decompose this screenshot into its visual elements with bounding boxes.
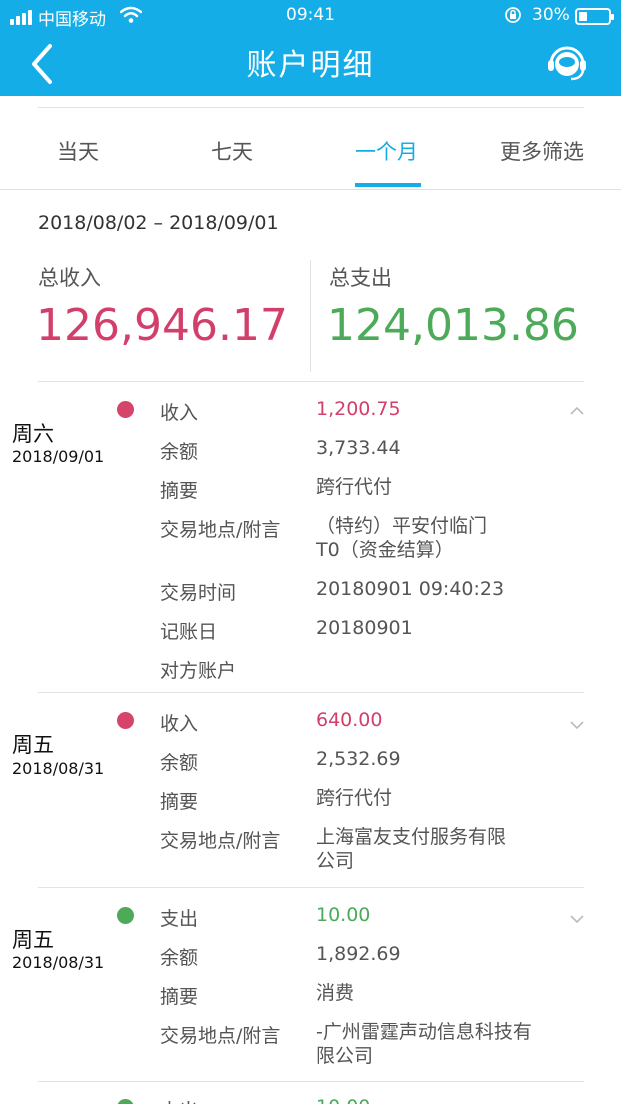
field-label: 收入 xyxy=(160,402,199,424)
record-date: 2018/08/31 xyxy=(12,759,105,778)
field-value: 跨行代付 xyxy=(316,476,393,498)
app-header: 中国移动 09:41 30% 账户明细 xyxy=(0,0,621,96)
field-label: 交易时间 xyxy=(160,582,237,604)
field-value-line: 公司 xyxy=(316,850,355,872)
field-value-line: 上海富友支付服务有限 xyxy=(316,826,507,848)
field-label: 余额 xyxy=(160,752,199,774)
field-label: 余额 xyxy=(160,947,199,969)
record-divider xyxy=(38,887,584,888)
expense-dot-icon xyxy=(117,1099,134,1104)
record-date: 2018/09/01 xyxy=(12,447,105,466)
field-value: 640.00 xyxy=(316,709,383,731)
battery-level xyxy=(579,12,587,21)
record-weekday: 周六 xyxy=(12,422,54,446)
field-value-line: （特约）平安付临门 xyxy=(316,515,488,537)
field-label: 记账日 xyxy=(160,621,218,643)
battery-icon xyxy=(575,8,614,25)
divider xyxy=(38,107,584,108)
battery-percent: 30% xyxy=(532,5,570,25)
record-divider xyxy=(38,1081,584,1082)
status-time: 09:41 xyxy=(286,5,335,25)
tab-one-month[interactable]: 一个月 xyxy=(355,136,418,166)
field-label: 交易地点/附言 xyxy=(160,519,281,541)
record-date: 2018/08/31 xyxy=(12,953,105,972)
active-tab-indicator xyxy=(355,183,421,187)
field-label: 支出 xyxy=(160,1096,198,1104)
field-label: 收入 xyxy=(160,713,199,735)
field-value: 1,892.69 xyxy=(316,943,401,965)
expense-dot-icon xyxy=(117,907,134,924)
rotation-lock-icon xyxy=(505,7,521,23)
total-expense-label: 总支出 xyxy=(329,266,392,290)
total-income-amount: 126,946.17 xyxy=(36,300,288,351)
field-label: 交易地点/附言 xyxy=(160,1025,281,1047)
field-value: 2,532.69 xyxy=(316,748,401,770)
chevron-up-icon[interactable] xyxy=(569,406,585,416)
page-title: 账户明细 xyxy=(246,48,375,83)
total-income-label: 总收入 xyxy=(38,266,101,290)
income-dot-icon xyxy=(117,712,134,729)
field-value-line: 限公司 xyxy=(316,1045,374,1067)
tab-seven-days[interactable]: 七天 xyxy=(211,136,253,166)
field-value: 20180901 09:40:23 xyxy=(316,578,505,600)
status-bar: 中国移动 09:41 30% xyxy=(0,0,621,34)
field-value: 20180901 xyxy=(316,617,413,639)
field-label: 支出 xyxy=(160,908,199,930)
field-value: 消费 xyxy=(316,982,355,1004)
field-label: 摘要 xyxy=(160,986,199,1008)
summary-divider xyxy=(310,260,311,372)
field-value: 3,733.44 xyxy=(316,437,401,459)
tab-more-filters[interactable]: 更多筛选 xyxy=(500,136,584,166)
field-label: 对方账户 xyxy=(160,660,237,682)
field-value-line: -广州雷霆声动信息科技有 xyxy=(316,1021,532,1043)
record-weekday: 周五 xyxy=(12,733,54,757)
field-label: 摘要 xyxy=(160,480,199,502)
total-expense-amount: 124,013.86 xyxy=(327,300,579,351)
chevron-down-icon[interactable] xyxy=(569,720,585,730)
field-value: 10.00 xyxy=(316,904,371,926)
field-value: 1,200.75 xyxy=(316,398,401,420)
field-value-line: T0（资金结算） xyxy=(316,539,454,561)
field-label: 摘要 xyxy=(160,791,199,813)
income-dot-icon xyxy=(117,401,134,418)
customer-service-icon[interactable] xyxy=(545,42,589,84)
record-divider xyxy=(38,692,584,693)
chevron-down-icon[interactable] xyxy=(569,914,585,924)
field-value: 10.00 xyxy=(316,1096,556,1104)
field-label: 交易地点/附言 xyxy=(160,830,281,852)
field-value: 跨行代付 xyxy=(316,787,393,809)
record-divider xyxy=(38,381,584,382)
record-weekday: 周五 xyxy=(12,928,54,952)
field-label: 余额 xyxy=(160,441,199,463)
date-range: 2018/08/02 – 2018/09/01 xyxy=(38,212,279,234)
tab-today[interactable]: 当天 xyxy=(57,136,99,166)
period-tabs: 当天 七天 一个月 更多筛选 xyxy=(0,112,621,190)
